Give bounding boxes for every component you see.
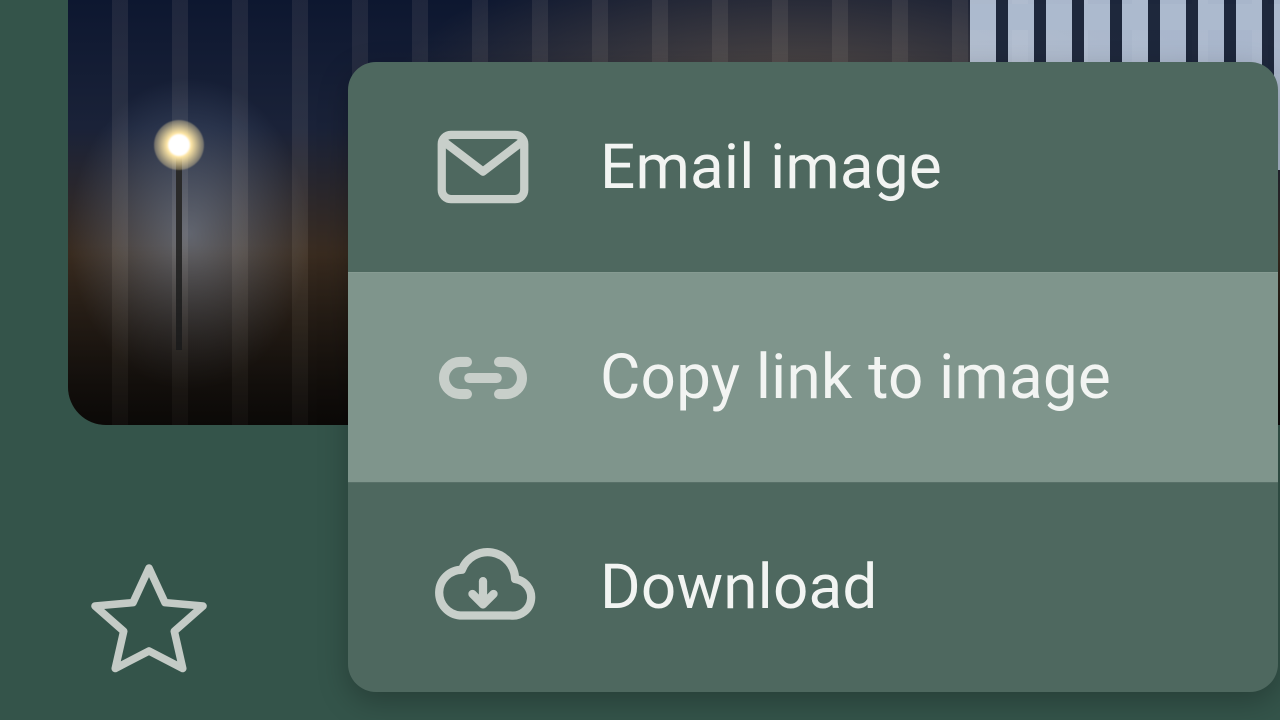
menu-item-copy-link[interactable]: Copy link to image: [348, 272, 1278, 482]
star-outline-icon: [84, 554, 214, 688]
mail-icon: [428, 112, 538, 222]
link-icon: [428, 323, 538, 433]
menu-item-download[interactable]: Download: [348, 482, 1278, 692]
menu-item-email-image[interactable]: Email image: [348, 62, 1278, 272]
photo-detail: [176, 150, 182, 350]
favorite-star-button[interactable]: [76, 548, 221, 693]
menu-item-label: Download: [600, 551, 878, 624]
cloud-download-icon: [428, 533, 538, 643]
menu-item-label: Email image: [600, 131, 942, 204]
menu-item-label: Copy link to image: [600, 341, 1111, 414]
context-menu: Email image Copy link to image Download: [348, 62, 1278, 692]
